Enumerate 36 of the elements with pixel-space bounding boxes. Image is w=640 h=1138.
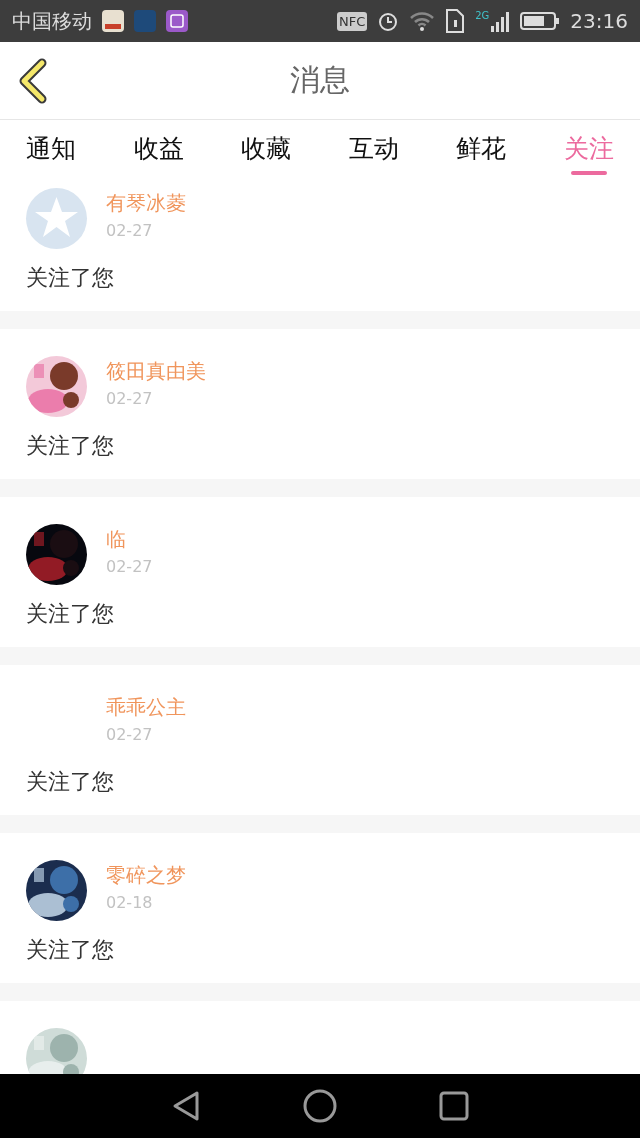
tab[interactable]: 互动	[348, 120, 399, 178]
tab[interactable]: 通知	[26, 120, 76, 178]
message-card[interactable]: 筱田真由美 02-27 关注了您	[0, 329, 640, 479]
alarm-icon	[377, 10, 400, 32]
tab[interactable]: 收益	[133, 120, 184, 178]
wifi-icon	[409, 11, 436, 31]
message-date: 02-18	[106, 892, 154, 912]
message-card[interactable]: 临 02-27 关注了您	[0, 497, 640, 647]
sim-card-icon	[445, 8, 466, 34]
message-text: 关注了您	[26, 264, 115, 292]
network-type: 2G	[475, 10, 490, 21]
back-nav-button[interactable]	[171, 1090, 201, 1122]
message-card[interactable]: 有琴冰菱 02-27 关注了您	[0, 178, 640, 311]
message-text: 关注了您	[26, 768, 115, 796]
tab[interactable]: 收藏	[241, 120, 292, 178]
gallery-icon	[166, 10, 188, 32]
battery-icon	[520, 11, 561, 31]
message-date: 02-27	[106, 388, 154, 408]
message-date: 02-27	[106, 556, 153, 576]
message-text: 关注了您	[26, 936, 115, 964]
message-date: 02-27	[106, 220, 154, 240]
home-nav-button[interactable]	[303, 1089, 337, 1123]
message-card[interactable]: 乖乖公主 02-27 关注了您	[0, 665, 640, 815]
app-notification-icon	[102, 10, 124, 32]
tab[interactable]: 鲜花	[456, 120, 507, 178]
app-notification-icon	[134, 10, 156, 32]
message-card[interactable]: 零碎之梦 02-18 关注了您	[0, 833, 640, 983]
message-text: 关注了您	[26, 432, 115, 460]
recents-nav-button[interactable]	[439, 1091, 469, 1121]
message-text: 关注了您	[26, 600, 115, 628]
clock-time: 23:16	[570, 9, 628, 33]
nfc-icon: NFC	[336, 11, 368, 31]
carrier-name: 中国移动	[12, 7, 92, 35]
message-date: 02-27	[106, 724, 154, 744]
signal-icon	[490, 10, 511, 32]
page-title: 消息	[290, 61, 350, 99]
